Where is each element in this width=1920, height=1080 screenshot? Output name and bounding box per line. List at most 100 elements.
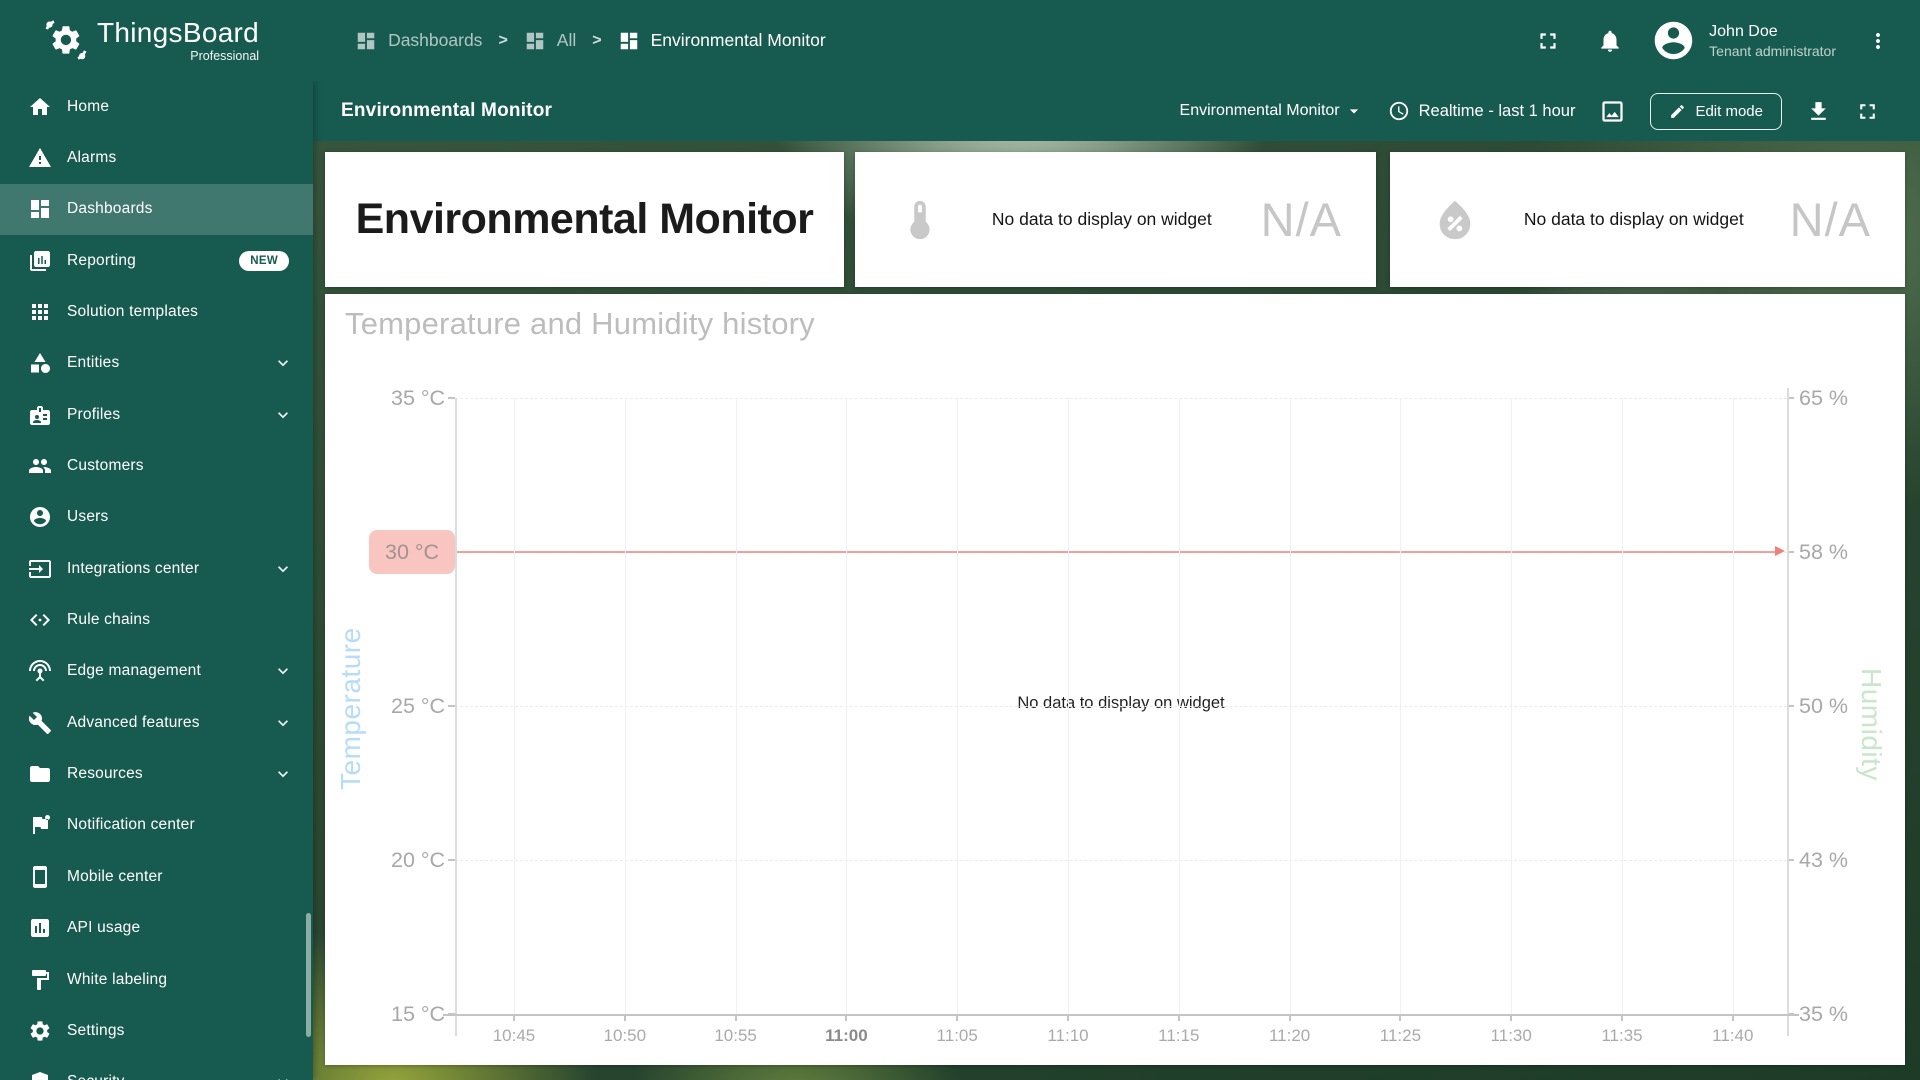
users-icon — [28, 505, 52, 529]
threshold-badge: 30 °C — [369, 530, 455, 574]
breadcrumb: Dashboards > All > Environmental Monitor — [355, 30, 826, 52]
sidebar-item-white-labeling[interactable]: White labeling — [0, 954, 313, 1005]
sidebar-item-notification-center[interactable]: Notification center — [0, 800, 313, 851]
sidebar-item-label: Edge management — [67, 662, 273, 680]
sidebar-item-users[interactable]: Users — [0, 492, 313, 543]
sidebar-item-reporting[interactable]: ReportingNEW — [0, 235, 313, 286]
breadcrumb-current[interactable]: Environmental Monitor — [618, 30, 826, 52]
edge-icon — [28, 659, 52, 683]
sidebar-item-edge-management[interactable]: Edge management — [0, 646, 313, 697]
sidebar-item-label: Dashboards — [67, 200, 293, 218]
sidebar-item-advanced-features[interactable]: Advanced features — [0, 697, 313, 748]
toolbar-actions: Environmental Monitor Realtime - last 1 … — [1180, 93, 1880, 130]
x-axis-tick-label: 10:50 — [585, 1026, 665, 1046]
sidebar-item-profiles[interactable]: Profiles — [0, 389, 313, 440]
chevron-down-icon — [273, 1072, 293, 1080]
bell-icon[interactable] — [1597, 28, 1623, 54]
sidebar-item-rule-chains[interactable]: Rule chains — [0, 594, 313, 645]
y-axis-tick — [448, 705, 455, 707]
y-left-tick-label: 15 °C — [343, 1002, 445, 1026]
sidebar-item-api-usage[interactable]: API usage — [0, 903, 313, 954]
gridline — [455, 398, 1787, 399]
sidebar-item-security[interactable]: Security — [0, 1057, 313, 1080]
x-axis-tick-label: 11:40 — [1693, 1026, 1773, 1046]
sidebar-item-label: Home — [67, 98, 293, 116]
reporting-icon — [28, 249, 52, 273]
edit-mode-label: Edit mode — [1695, 103, 1763, 120]
y-axis-line — [1787, 388, 1789, 1036]
gridline — [625, 398, 626, 1014]
user-block[interactable]: John Doe Tenant administrator — [1709, 22, 1836, 59]
sidebar-item-integrations-center[interactable]: Integrations center — [0, 543, 313, 594]
expand-dashboard-icon[interactable] — [1855, 99, 1880, 124]
gridline — [455, 706, 1787, 707]
sidebar-item-solution-templates[interactable]: Solution templates — [0, 286, 313, 337]
x-axis-line — [443, 1014, 1799, 1016]
sidebar-item-label: API usage — [67, 919, 293, 937]
sidebar-item-entities[interactable]: Entities — [0, 338, 313, 389]
temperature-value-widget: No data to display on widget N/A — [855, 152, 1376, 287]
gridline — [1733, 398, 1734, 1014]
sidebar: Home Alarms Dashboards ReportingNEWSolution… — [0, 81, 313, 1080]
clock-icon — [1388, 100, 1410, 122]
image-icon[interactable] — [1599, 98, 1626, 125]
threshold-arrow-icon — [1775, 546, 1785, 556]
humidity-no-data-text: No data to display on widget — [1478, 209, 1790, 230]
entities-icon — [28, 351, 52, 375]
integrations-icon — [28, 557, 52, 581]
sidebar-item-resources[interactable]: Resources — [0, 748, 313, 799]
breadcrumb-separator: > — [498, 32, 507, 50]
rule-chains-icon — [28, 608, 52, 632]
y-right-tick-label: 50 % — [1799, 694, 1899, 718]
y-right-tick-label: 35 % — [1799, 1002, 1899, 1026]
sidebar-item-label: Entities — [67, 354, 273, 372]
sidebar-item-dashboards[interactable]: Dashboards — [0, 184, 313, 235]
temperature-no-data-text: No data to display on widget — [943, 209, 1261, 230]
sidebar-scrollbar[interactable] — [306, 913, 311, 1037]
timewindow-button[interactable]: Realtime - last 1 hour — [1388, 100, 1576, 122]
threshold-line — [455, 551, 1775, 553]
breadcrumb-all[interactable]: All — [524, 30, 576, 52]
fullscreen-icon[interactable] — [1535, 28, 1561, 54]
notification-icon — [28, 813, 52, 837]
gridline — [736, 398, 737, 1014]
humidity-axis-label: Humidity — [1855, 652, 1887, 797]
breadcrumb-label: Environmental Monitor — [651, 30, 826, 51]
gridline — [455, 860, 1787, 861]
breadcrumb-label: All — [557, 30, 576, 51]
chart-no-data-text: No data to display on widget — [455, 694, 1787, 713]
kebab-menu-icon[interactable] — [1866, 29, 1890, 53]
sidebar-item-mobile-center[interactable]: Mobile center — [0, 851, 313, 902]
sidebar-item-settings[interactable]: Settings — [0, 1005, 313, 1056]
breadcrumb-dashboards[interactable]: Dashboards — [355, 30, 482, 52]
gridline — [846, 398, 847, 1014]
white-labeling-icon — [28, 968, 52, 992]
chevron-down-icon — [273, 405, 293, 425]
gridline — [514, 398, 515, 1014]
sidebar-item-alarms[interactable]: Alarms — [0, 132, 313, 183]
thingsboard-logo[interactable]: ThingsBoard Professional — [44, 18, 259, 62]
sidebar-item-label: Reporting — [67, 252, 239, 270]
download-icon[interactable] — [1806, 99, 1831, 124]
sidebar-item-customers[interactable]: Customers — [0, 440, 313, 491]
humidity-drop-icon — [1432, 197, 1478, 243]
dashboard-state-selector[interactable]: Environmental Monitor — [1180, 101, 1364, 121]
profiles-icon — [28, 403, 52, 427]
x-axis-tick-label: 11:20 — [1250, 1026, 1330, 1046]
timewindow-label: Realtime - last 1 hour — [1419, 102, 1576, 121]
avatar[interactable] — [1651, 18, 1696, 63]
state-selector-label: Environmental Monitor — [1180, 102, 1340, 120]
dashboard-canvas: Environmental Monitor No data to display… — [313, 141, 1920, 1080]
sidebar-item-label: Security — [67, 1073, 273, 1080]
logo-subtitle: Professional — [190, 49, 259, 63]
y-axis-line — [455, 398, 457, 1036]
title-card-text: Environmental Monitor — [356, 195, 814, 244]
edit-mode-button[interactable]: Edit mode — [1650, 93, 1782, 130]
humidity-value: N/A — [1790, 192, 1871, 247]
title-card-widget: Environmental Monitor — [325, 152, 844, 287]
y-left-tick-label: 25 °C — [343, 694, 445, 718]
x-axis-tick-label: 11:25 — [1360, 1026, 1440, 1046]
sidebar-item-home[interactable]: Home — [0, 81, 313, 132]
advanced-icon — [28, 711, 52, 735]
humidity-value-widget: No data to display on widget N/A — [1390, 152, 1905, 287]
